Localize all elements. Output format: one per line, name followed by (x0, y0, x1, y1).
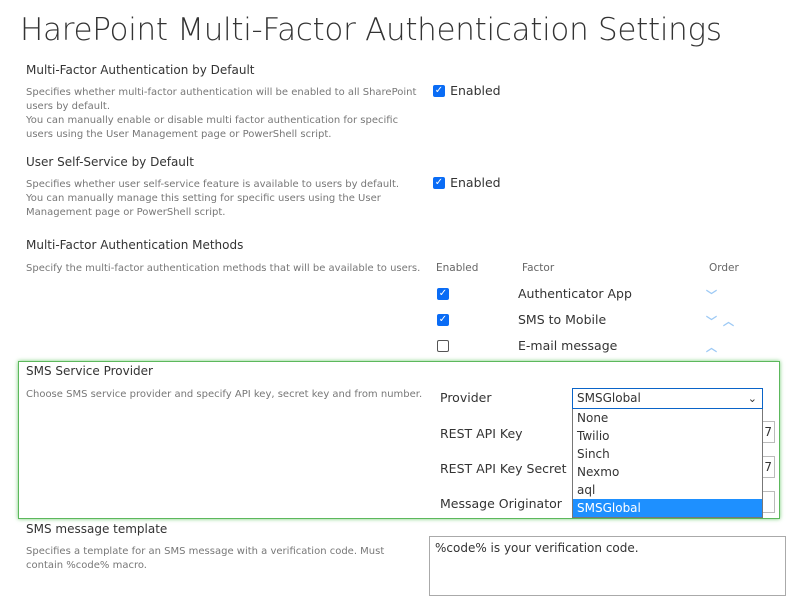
provider-select[interactable]: SMSGlobal ⌄ (572, 388, 763, 409)
factor-label: Authenticator App (518, 286, 632, 301)
factor-label: E-mail message (518, 338, 618, 353)
mfa-default-desc2: You can manually enable or disable multi… (26, 115, 399, 140)
move-up-icon[interactable]: ︿ (723, 313, 734, 329)
provider-option-smsglobal[interactable]: SMSGlobal (573, 499, 762, 517)
sms-title: SMS Service Provider (26, 364, 153, 378)
mfa-default-desc1: Specifies whether multi-factor authentic… (26, 87, 417, 112)
factor-checkbox-sms[interactable]: ✓ (437, 314, 449, 326)
header-enabled: Enabled (436, 262, 479, 274)
mfa-default-desc: Specifies whether multi-factor authentic… (26, 86, 426, 142)
provider-option-aql[interactable]: aql (573, 481, 762, 499)
mfa-default-title: Multi-Factor Authentication by Default (26, 63, 255, 77)
move-up-icon[interactable]: ︿ (706, 339, 717, 355)
methods-desc: Specify the multi-factor authentication … (26, 263, 421, 274)
provider-option-none[interactable]: None (573, 409, 762, 427)
api-secret-label: REST API Key Secret (440, 461, 567, 476)
self-service-desc: Specifies whether user self-service feat… (26, 178, 426, 220)
checkbox-checked-icon: ✓ (433, 84, 445, 97)
self-service-checkbox[interactable]: ✓ Enabled (433, 172, 501, 191)
provider-option-twilio[interactable]: Twilio (573, 427, 762, 445)
template-title: SMS message template (26, 522, 168, 536)
self-service-title: User Self-Service by Default (26, 155, 194, 169)
api-key-label: REST API Key (440, 426, 523, 441)
factor-label: SMS to Mobile (518, 312, 607, 327)
template-desc: Specifies a template for an SMS message … (26, 546, 385, 571)
chevron-down-icon: ⌄ (747, 392, 757, 405)
provider-selected-value: SMSGlobal (577, 391, 641, 405)
sms-desc: Choose SMS service provider and specify … (26, 389, 423, 400)
methods-title: Multi-Factor Authentication Methods (26, 238, 244, 252)
mfa-default-checkbox[interactable]: ✓ Enabled (433, 80, 501, 99)
originator-label: Message Originator (440, 496, 562, 511)
factor-checkbox-email[interactable] (437, 340, 449, 352)
self-service-label: Enabled (450, 175, 501, 190)
self-service-desc2: You can manually manage this setting for… (26, 193, 381, 218)
provider-dropdown-list: None Twilio Sinch Nexmo aql SMSGlobal (572, 409, 763, 518)
provider-option-sinch[interactable]: Sinch (573, 445, 762, 463)
factor-checkbox-authenticator[interactable]: ✓ (437, 288, 449, 300)
checkbox-checked-icon: ✓ (433, 176, 445, 189)
header-order: Order (709, 262, 739, 274)
header-factor: Factor (522, 262, 555, 274)
page-title: HarePoint Multi-Factor Authentication Se… (20, 12, 722, 48)
move-down-icon[interactable]: ﹀ (706, 287, 717, 303)
provider-label: Provider (440, 390, 492, 405)
self-service-desc1: Specifies whether user self-service feat… (26, 179, 400, 190)
move-down-icon[interactable]: ﹀ (706, 313, 717, 329)
template-textarea[interactable]: %code% is your verification code. (429, 536, 786, 596)
provider-option-nexmo[interactable]: Nexmo (573, 463, 762, 481)
mfa-default-label: Enabled (450, 83, 501, 98)
